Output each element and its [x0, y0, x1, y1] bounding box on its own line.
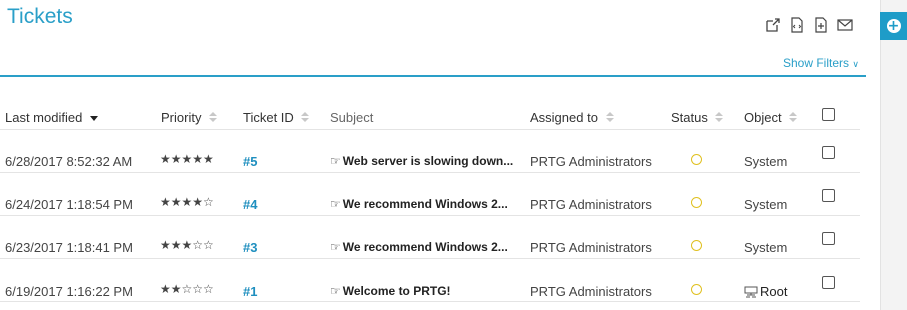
ticket-id-link[interactable]: #5: [243, 154, 257, 169]
assigned-to-cell: PRTG Administrators: [530, 240, 652, 255]
row-checkbox[interactable]: [822, 276, 835, 289]
subject-link[interactable]: ☞ Web server is slowing down...: [330, 154, 513, 168]
row-divider: [0, 172, 860, 173]
assigned-to-cell: PRTG Administrators: [530, 284, 652, 299]
hand-pointer-icon: ☞: [330, 240, 341, 254]
row-checkbox[interactable]: [822, 232, 835, 245]
column-header-ticket-id[interactable]: Ticket ID: [243, 110, 310, 125]
xml-icon[interactable]: [789, 17, 805, 33]
column-label: Assigned to: [530, 110, 598, 125]
toolbar: [765, 17, 853, 33]
hand-pointer-icon: ☞: [330, 284, 341, 298]
assigned-to-cell: PRTG Administrators: [530, 197, 652, 212]
show-filters-label: Show Filters: [783, 56, 850, 70]
row-divider: [0, 215, 860, 216]
column-label: Last modified: [5, 110, 83, 125]
last-modified-cell: 6/28/2017 8:52:32 AM: [5, 154, 133, 169]
header-divider: [0, 75, 866, 77]
last-modified-cell: 6/24/2017 1:18:54 PM: [5, 197, 133, 212]
external-link-icon[interactable]: [765, 17, 781, 33]
column-header-subject: Subject: [330, 110, 373, 125]
sort-icon: [789, 112, 798, 122]
column-label: Status: [671, 110, 708, 125]
sort-icon: [209, 112, 218, 122]
mail-icon[interactable]: [837, 17, 853, 33]
subject-link[interactable]: ☞ Welcome to PRTG!: [330, 284, 451, 298]
column-label: Object: [744, 110, 782, 125]
object-link[interactable]: Root: [744, 284, 787, 299]
column-label: Ticket ID: [243, 110, 294, 125]
last-modified-cell: 6/23/2017 1:18:41 PM: [5, 240, 133, 255]
ticket-id-link[interactable]: #4: [243, 197, 257, 212]
status-open-icon: [691, 197, 702, 208]
column-header-assigned-to[interactable]: Assigned to: [530, 110, 614, 125]
select-all-checkbox[interactable]: [822, 108, 835, 121]
assigned-to-cell: PRTG Administrators: [530, 154, 652, 169]
subject-text: Web server is slowing down...: [342, 154, 514, 168]
column-header-object[interactable]: Object: [744, 110, 798, 125]
object-link[interactable]: System: [744, 197, 787, 212]
priority-stars: ★★★☆☆: [160, 238, 214, 252]
column-label: Subject: [330, 110, 374, 125]
subject-link[interactable]: ☞ We recommend Windows 2...: [330, 240, 508, 254]
page-title: Tickets: [7, 5, 73, 28]
row-divider: [0, 258, 860, 259]
column-header-last-modified[interactable]: Last modified: [5, 110, 98, 125]
show-filters-link[interactable]: Show Filters ∨: [783, 56, 859, 70]
object-text: Root: [760, 284, 788, 299]
subject-text: Welcome to PRTG!: [342, 284, 451, 298]
row-divider: [0, 301, 860, 302]
ticket-id-link[interactable]: #1: [243, 284, 257, 299]
hand-pointer-icon: ☞: [330, 197, 341, 211]
priority-stars: ★★★★★: [160, 152, 214, 166]
priority-stars: ★★★★☆: [160, 195, 214, 209]
export-file-icon[interactable]: [813, 17, 829, 33]
sort-icon: [605, 112, 614, 122]
row-checkbox[interactable]: [822, 146, 835, 159]
row-checkbox[interactable]: [822, 189, 835, 202]
hand-pointer-icon: ☞: [330, 154, 341, 168]
right-sidebar: [880, 0, 907, 310]
status-open-icon: [691, 240, 702, 251]
column-header-status[interactable]: Status: [671, 110, 724, 125]
subject-link[interactable]: ☞ We recommend Windows 2...: [330, 197, 508, 211]
status-open-icon: [691, 154, 702, 165]
plus-icon: +: [886, 18, 901, 34]
last-modified-cell: 6/19/2017 1:16:22 PM: [5, 284, 133, 299]
status-open-icon: [691, 284, 702, 295]
sort-icon: [715, 112, 724, 122]
add-ticket-button[interactable]: +: [880, 12, 907, 40]
sort-icon: [301, 112, 310, 122]
row-divider: [0, 129, 860, 130]
object-link[interactable]: System: [744, 154, 787, 169]
subject-text: We recommend Windows 2...: [342, 240, 508, 254]
sort-desc-icon: [89, 116, 98, 121]
column-label: Priority: [161, 110, 202, 125]
root-group-icon: [744, 286, 758, 297]
priority-stars: ★★☆☆☆: [160, 282, 214, 296]
tickets-page: Tickets Show Filters ∨ Last modified Pri…: [0, 0, 880, 310]
column-header-priority[interactable]: Priority: [161, 110, 218, 125]
subject-text: We recommend Windows 2...: [342, 197, 508, 211]
object-link[interactable]: System: [744, 240, 787, 255]
chevron-down-icon: ∨: [852, 59, 859, 69]
ticket-id-link[interactable]: #3: [243, 240, 257, 255]
